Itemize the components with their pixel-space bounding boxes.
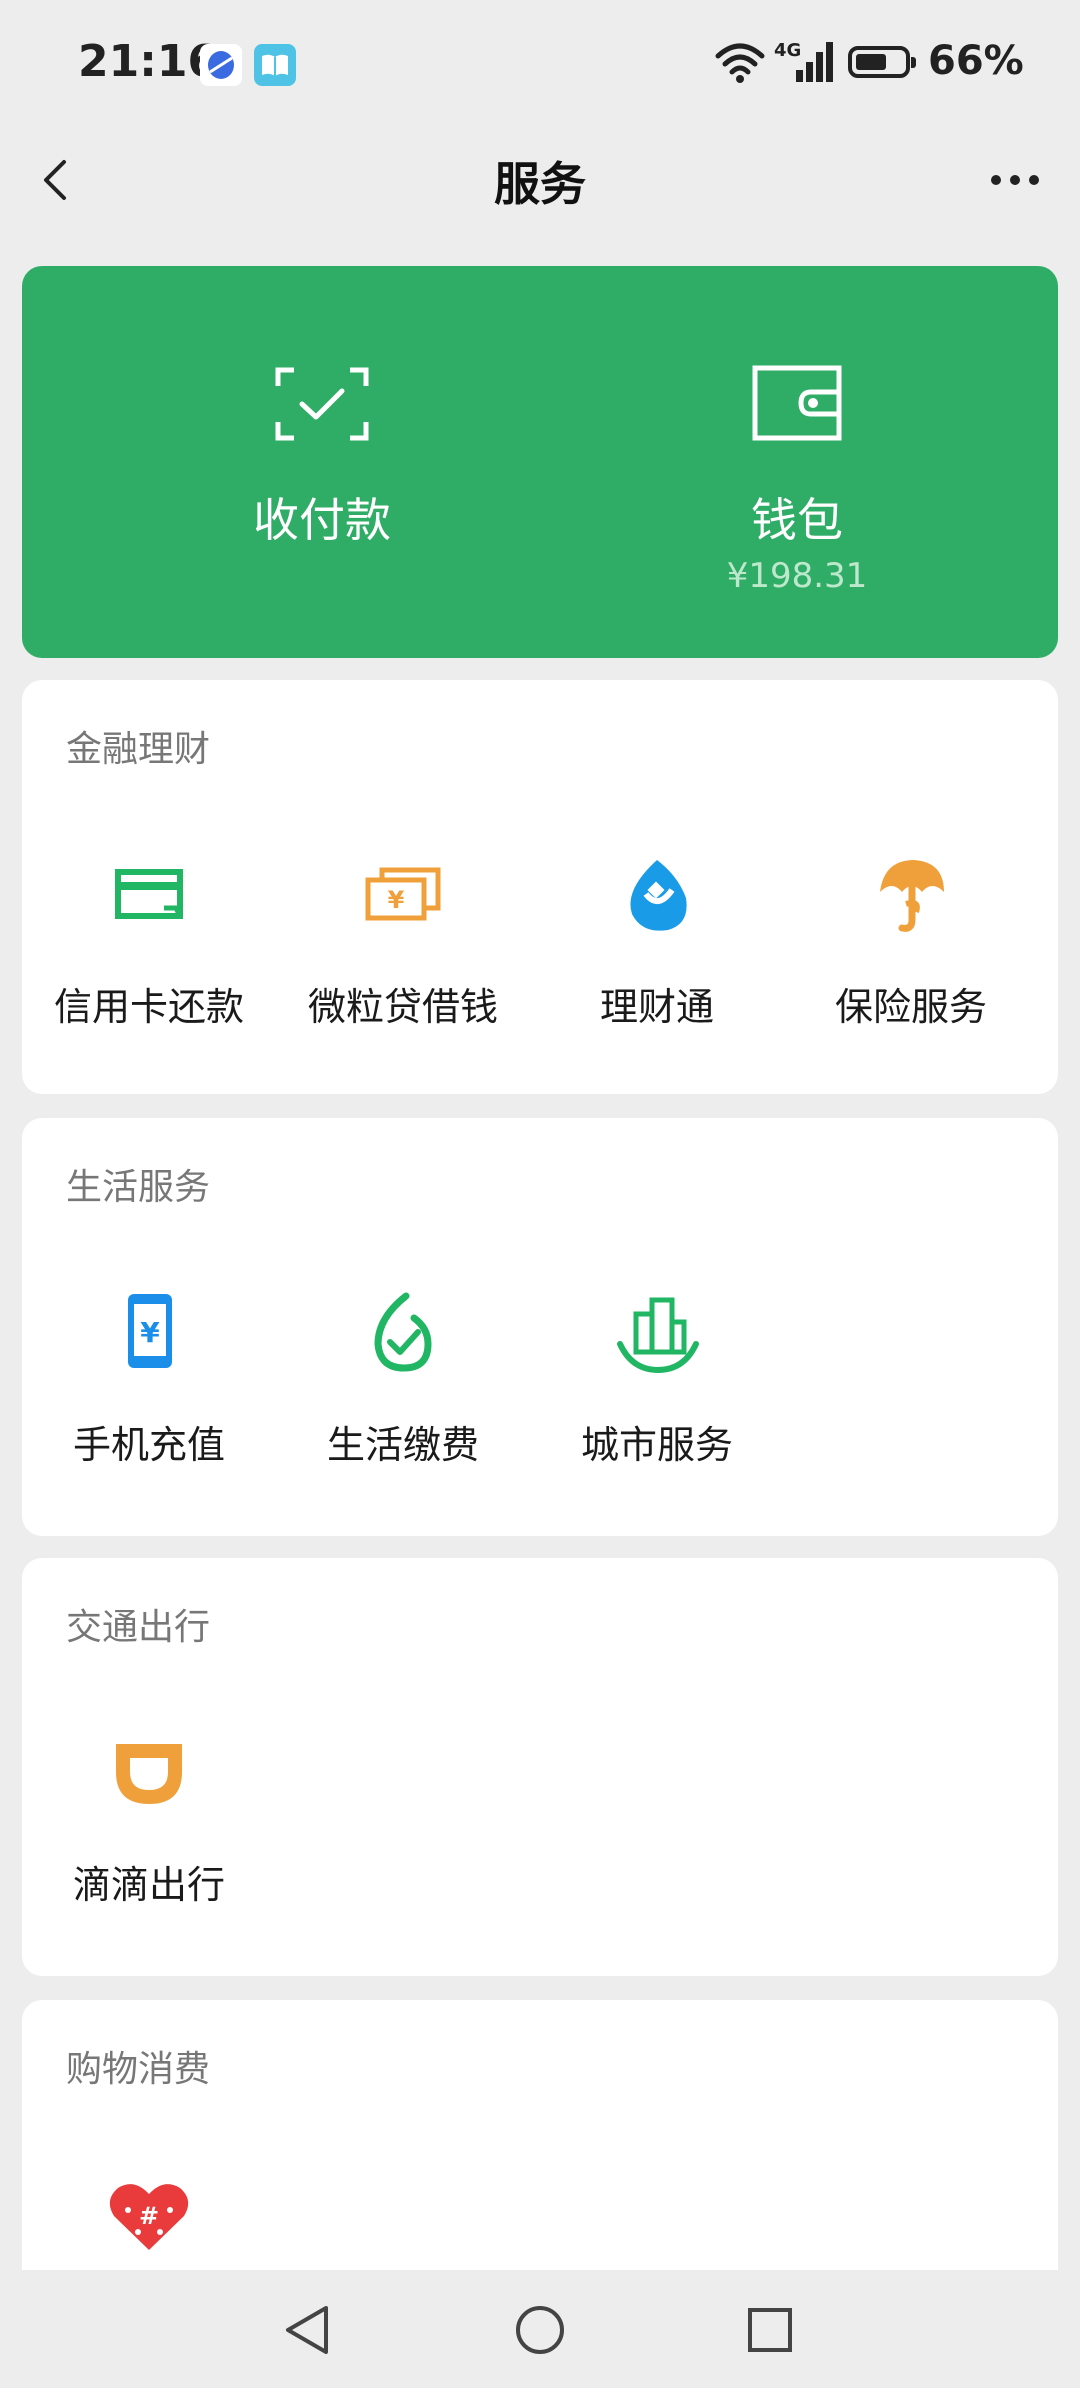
wealth-drop-icon (612, 850, 702, 940)
svg-text:#: # (139, 2202, 159, 2230)
city-services-label: 城市服务 (580, 1423, 733, 1467)
weilidai-loan-label: 微粒贷借钱 (307, 985, 498, 1029)
weilidai-loan-button[interactable]: ¥ 微粒贷借钱 (276, 850, 530, 1031)
reader-app-icon (254, 44, 296, 86)
didi-button[interactable]: 滴滴出行 (22, 1728, 276, 1909)
insurance-service-label: 保险服务 (834, 985, 987, 1029)
loan-bill-icon: ¥ (358, 850, 448, 940)
network-type-label: 4G (774, 40, 801, 61)
wallet-label: 钱包 (751, 493, 843, 547)
utility-payment-icon (358, 1288, 448, 1378)
city-services-button[interactable]: 城市服务 (530, 1288, 784, 1469)
section-title-transport: 交通出行 (66, 1607, 211, 1648)
finance-section: 金融理财 信用卡还款 ¥ 微粒贷借钱 理财通 保险服务 (22, 680, 1058, 1094)
app-notification-icon (200, 44, 242, 86)
didi-label: 滴滴出行 (72, 1863, 225, 1907)
phone-topup-label: 手机充值 (72, 1423, 225, 1467)
battery-icon (848, 46, 916, 78)
page-title: 服务 (494, 157, 586, 211)
credit-card-repay-button[interactable]: 信用卡还款 (22, 850, 276, 1031)
insurance-service-button[interactable]: 保险服务 (784, 850, 1038, 1031)
phone-topup-button[interactable]: ¥ 手机充值 (22, 1288, 276, 1469)
battery-percent: 66% (928, 38, 1024, 84)
insurance-umbrella-icon (866, 850, 956, 940)
credit-card-repay-label: 信用卡还款 (53, 985, 244, 1029)
licaitong-label: 理财通 (599, 985, 714, 1029)
circle-home-icon[interactable] (508, 2298, 572, 2362)
section-title-life: 生活服务 (66, 1167, 211, 1208)
cellular-signal-icon: 4G (772, 38, 838, 90)
utility-payment-button[interactable]: 生活缴费 (276, 1288, 530, 1469)
wallet-button[interactable]: 钱包 ¥198.31 (597, 266, 997, 658)
svg-text:¥: ¥ (140, 1316, 160, 1349)
pinduoduo-heart-icon: # (104, 2170, 194, 2260)
licaitong-button[interactable]: 理财通 (530, 850, 784, 1031)
system-navigation-bar (0, 2270, 1080, 2388)
wifi-icon (714, 40, 766, 88)
svg-text:¥: ¥ (388, 886, 405, 914)
credit-card-icon (104, 850, 194, 940)
more-dots-icon[interactable] (980, 150, 1050, 210)
life-services-section: 生活服务 ¥ 手机充值 生活缴费 城市服务 (22, 1118, 1058, 1536)
scan-check-icon (272, 364, 372, 444)
pay-receive-label: 收付款 (253, 493, 391, 547)
battery-level-fill (856, 54, 887, 70)
status-bar: 21:16 4G 66% (0, 0, 1080, 130)
wallet-balance: ¥198.31 (726, 556, 868, 596)
square-recents-icon[interactable] (738, 2298, 802, 2362)
utility-payment-label: 生活缴费 (326, 1423, 479, 1467)
pay-receive-button[interactable]: 收付款 (122, 266, 522, 658)
city-services-icon (612, 1288, 702, 1378)
phone-topup-icon: ¥ (104, 1288, 194, 1378)
didi-icon (104, 1728, 194, 1818)
transport-section: 交通出行 滴滴出行 (22, 1558, 1058, 1976)
pay-wallet-card: 收付款 钱包 ¥198.31 (22, 266, 1058, 658)
triangle-back-icon[interactable] (276, 2298, 340, 2362)
status-time: 21:16 (78, 36, 219, 87)
wallet-icon (747, 364, 847, 444)
section-title-shopping: 购物消费 (66, 2049, 211, 2090)
navigation-bar: 服务 (0, 130, 1080, 230)
section-title-finance: 金融理财 (66, 729, 211, 770)
